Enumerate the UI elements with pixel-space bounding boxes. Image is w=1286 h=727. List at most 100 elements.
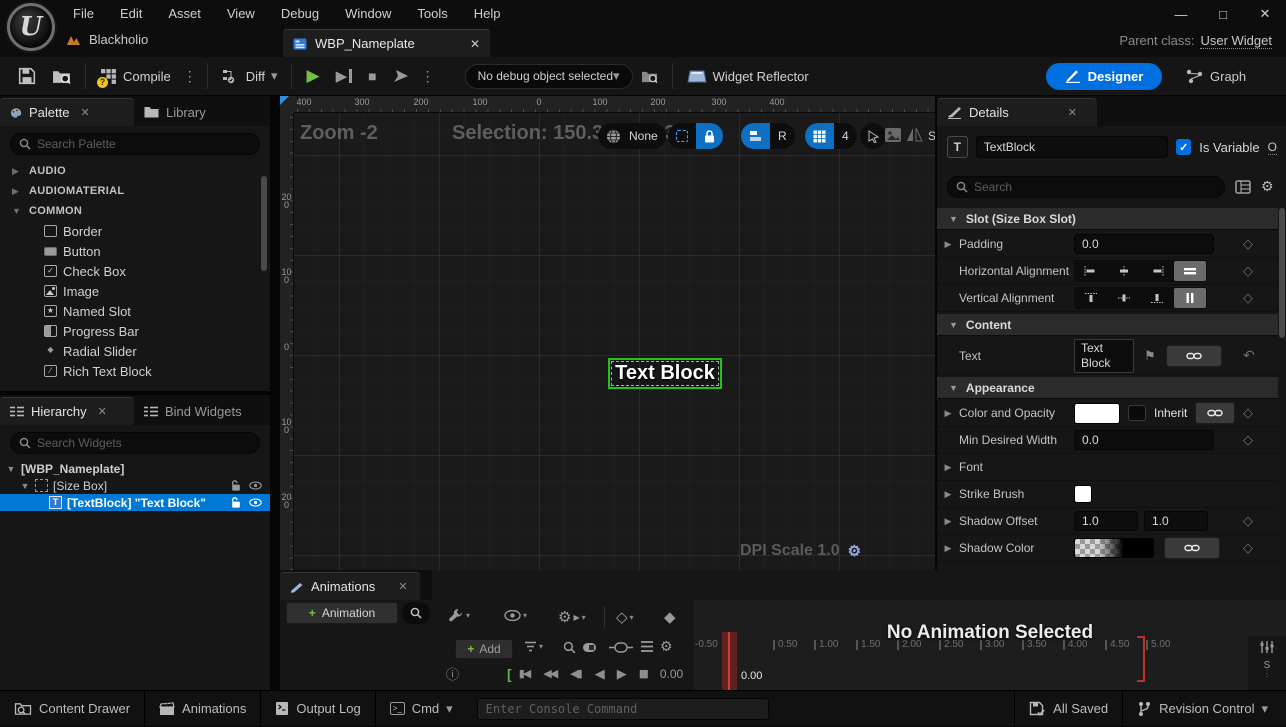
shadow-color-expander-icon[interactable]: ▶ (937, 543, 959, 554)
animations-statusbar-button[interactable]: Animations (145, 691, 260, 727)
go-to-start-button[interactable]: ▮◀ (519, 667, 530, 680)
menu-tools[interactable]: Tools (404, 0, 460, 28)
add-keyframe-button[interactable]: ◆ (664, 608, 676, 626)
text-revert-icon[interactable]: ↶ (1243, 347, 1255, 364)
selected-widget-text-block[interactable]: Text Block (608, 358, 722, 389)
track-list-icon[interactable] (640, 640, 654, 653)
menu-help[interactable]: Help (461, 0, 514, 28)
marquee-select-button[interactable] (668, 123, 696, 149)
dpi-settings-gear-icon[interactable]: ⚙ (848, 542, 861, 560)
sequencer-tools-dropdown[interactable]: ▾ (448, 608, 470, 623)
document-tab[interactable]: WBP_Nameplate ✕ (283, 29, 490, 57)
details-scrollbar[interactable] (1279, 208, 1285, 338)
menu-edit[interactable]: Edit (107, 0, 155, 28)
details-tab-close-icon[interactable]: ✕ (1068, 106, 1077, 119)
sequencer-playback-options-dropdown[interactable]: ⚙ ▶ ▾ (558, 608, 586, 626)
palette-scrollbar[interactable] (261, 176, 267, 271)
document-tab-close-icon[interactable]: ✕ (470, 37, 480, 51)
revision-control-button[interactable]: Revision Control ▾ (1123, 691, 1282, 727)
cmd-dropdown[interactable]: >_ Cmd ▾ (376, 691, 467, 727)
alignment-snap-button[interactable] (741, 123, 770, 149)
console-command-input[interactable] (486, 702, 760, 716)
hierarchy-row[interactable]: ▼[Size Box] (0, 477, 270, 494)
shadow-offset-x-field[interactable] (1074, 511, 1138, 531)
rotation-label[interactable]: R (770, 123, 795, 149)
section-appearance[interactable]: ▼Appearance (937, 377, 1278, 399)
shadow-color-bind-button[interactable] (1164, 537, 1220, 559)
graph-mode-button[interactable]: Graph (1186, 63, 1246, 90)
shadow-offset-y-field[interactable] (1144, 511, 1208, 531)
palette-item-checkbox[interactable]: ✓Check Box (0, 261, 270, 281)
screen-fill-label[interactable]: Scre (928, 129, 935, 143)
menu-file[interactable]: File (60, 0, 107, 28)
menu-asset[interactable]: Asset (155, 0, 214, 28)
halign-reset-icon[interactable]: ◇ (1243, 263, 1253, 279)
content-drawer-button[interactable]: Content Drawer (0, 691, 144, 727)
palette-item-border[interactable]: Border (0, 221, 270, 241)
unlock-icon[interactable] (231, 480, 241, 491)
padding-reset-icon[interactable]: ◇ (1243, 236, 1253, 252)
palette-search[interactable] (10, 133, 260, 155)
browse-asset-button[interactable] (44, 57, 79, 96)
palette-group-common[interactable]: ▼COMMON (0, 201, 270, 221)
play-button[interactable]: ▶ (298, 57, 327, 96)
diff-button[interactable]: Diff ▾ (214, 57, 286, 96)
strike-brush-swatch[interactable] (1074, 485, 1092, 503)
valign-fill-button[interactable] (1174, 288, 1206, 308)
details-settings-gear-icon[interactable]: ⚙ (1261, 178, 1274, 195)
shadow-color-reset-icon[interactable]: ◇ (1243, 540, 1253, 556)
keyframe-options-dropdown[interactable]: ◇▾ (616, 608, 634, 626)
inherit-swatch[interactable] (1128, 405, 1146, 421)
cursor-mode-button[interactable] (860, 123, 886, 149)
visibility-eye-icon[interactable] (249, 498, 262, 507)
maximize-button[interactable]: □ (1202, 0, 1244, 28)
filter-dropdown[interactable]: ▾ (524, 641, 543, 652)
browse-debug-button[interactable] (633, 57, 666, 96)
close-window-button[interactable]: ✕ (1244, 0, 1286, 28)
launch-button[interactable] (385, 57, 417, 96)
min-width-reset-icon[interactable]: ◇ (1243, 432, 1253, 448)
frame-skip-button[interactable]: ▶ (328, 57, 361, 96)
hierarchy-tab-close-icon[interactable]: ✕ (98, 405, 107, 418)
section-slot[interactable]: ▼Slot (Size Box Slot) (937, 208, 1278, 230)
details-search[interactable] (947, 176, 1225, 198)
palette-tab-close-icon[interactable]: ✕ (80, 106, 89, 119)
grid-size-label[interactable]: 4 (834, 123, 857, 149)
text-bind-button[interactable] (1166, 345, 1222, 367)
track-search-icon[interactable] (563, 641, 576, 654)
hierarchy-row[interactable]: ▼[WBP_Nameplate] (0, 460, 270, 477)
compile-button[interactable]: ? Compile (92, 57, 179, 96)
tab-library[interactable]: Library (134, 98, 216, 126)
hierarchy-search-input[interactable] (37, 436, 251, 450)
halign-fill-button[interactable] (1174, 261, 1206, 281)
valign-bottom-button[interactable] (1141, 288, 1173, 308)
parent-class-value[interactable]: User Widget (1200, 33, 1272, 49)
timeline[interactable]: -0.500.501.001.502.002.503.003.504.004.5… (694, 600, 1286, 690)
tab-hierarchy[interactable]: Hierarchy ✕ (0, 397, 134, 425)
color-bind-button[interactable] (1195, 402, 1235, 424)
shadow-offset-reset-icon[interactable]: ◇ (1243, 513, 1253, 529)
stop-button[interactable]: ■ (360, 57, 384, 96)
open-selection-partial[interactable]: O (1268, 140, 1277, 155)
valign-center-button[interactable] (1108, 288, 1140, 308)
min-width-field[interactable] (1074, 430, 1214, 450)
project-tab[interactable]: Blackholio (66, 32, 148, 47)
color-swatch[interactable] (1074, 403, 1120, 424)
palette-item-richtext[interactable]: ∕Rich Text Block (0, 361, 270, 381)
menu-view[interactable]: View (214, 0, 268, 28)
menu-debug[interactable]: Debug (268, 0, 332, 28)
play-forward-button[interactable]: ▶ (617, 666, 625, 682)
strike-expander-icon[interactable]: ▶ (937, 489, 959, 500)
step-back-button[interactable]: ◀▮ (570, 667, 581, 680)
color-expander-icon[interactable]: ▶ (937, 408, 959, 419)
palette-item-image[interactable]: Image (0, 281, 270, 301)
pause-button[interactable]: ▮▮ (639, 667, 647, 680)
shadow-offset-expander-icon[interactable]: ▶ (937, 516, 959, 527)
valign-reset-icon[interactable]: ◇ (1243, 290, 1253, 306)
palette-group-audiomaterial[interactable]: ▶AUDIOMATERIAL (0, 181, 270, 201)
text-value-field[interactable]: TextBlock (1074, 339, 1134, 373)
palette-group-audio[interactable]: ▶AUDIO (0, 161, 270, 181)
preview-background-icon[interactable] (884, 127, 902, 143)
add-animation-button[interactable]: + Animation (286, 602, 398, 624)
track-settings-gear-icon[interactable]: ⚙ (660, 638, 673, 655)
